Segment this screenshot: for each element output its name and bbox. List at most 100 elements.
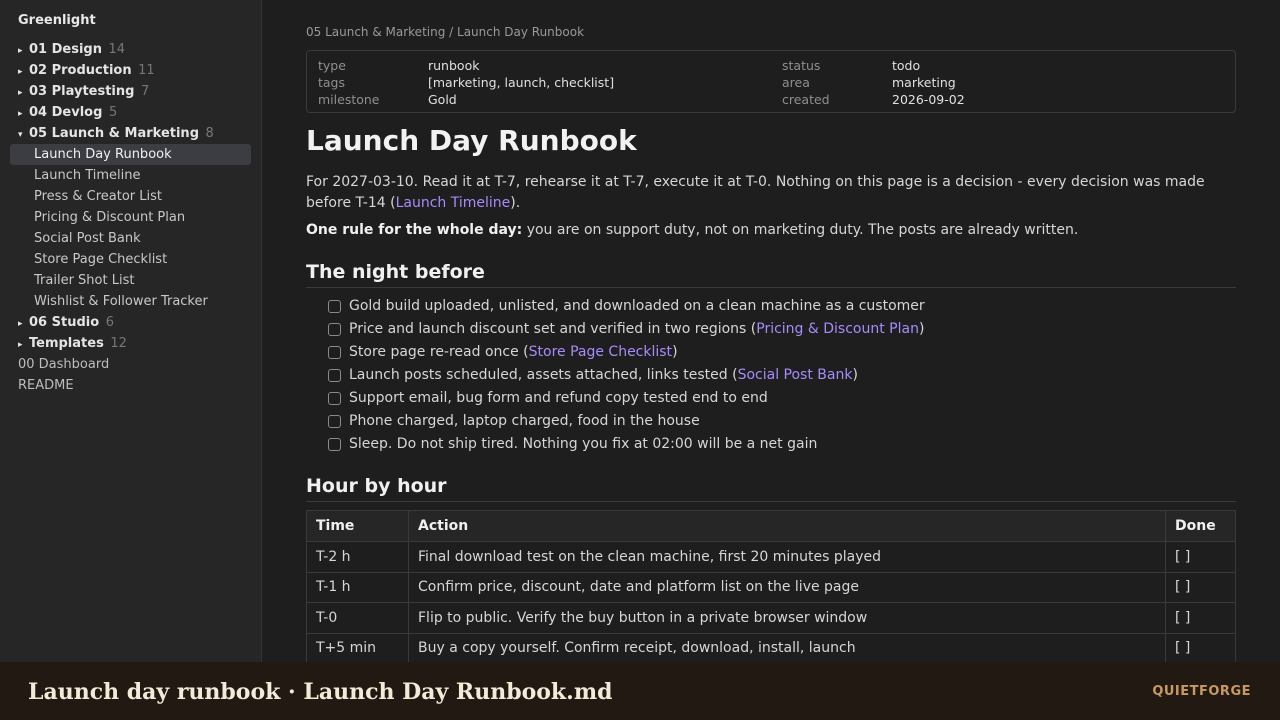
checklist-item: Sleep. Do not ship tired. Nothing you fi… bbox=[328, 433, 1228, 456]
heading-divider bbox=[306, 501, 1236, 502]
link-pricing-discount-plan[interactable]: Pricing & Discount Plan bbox=[756, 318, 919, 341]
folder-count: 5 bbox=[108, 105, 118, 120]
file-press-creator-list[interactable]: Press & Creator List bbox=[10, 186, 251, 207]
table-cell-time: T-2 h bbox=[306, 541, 409, 573]
folder-count: 12 bbox=[110, 336, 127, 351]
checklist-text-end: ) bbox=[672, 344, 678, 360]
table-cell-action: Final download test on the clean machine… bbox=[408, 541, 1166, 573]
property-key: milestone bbox=[318, 92, 380, 107]
table-cell-time: T+5 min bbox=[306, 632, 409, 664]
table-row: T+5 min Buy a copy yourself. Confirm rec… bbox=[306, 632, 1236, 664]
property-key: created bbox=[782, 92, 830, 107]
folder-templates[interactable]: ▸ Templates 12 bbox=[10, 333, 251, 354]
file-social-post-bank[interactable]: Social Post Bank bbox=[10, 228, 251, 249]
folder-01-design[interactable]: ▸ 01 Design 14 bbox=[10, 39, 251, 60]
rule-text: you are on support duty, not on marketin… bbox=[522, 222, 1079, 238]
folder-label: 06 Studio bbox=[29, 315, 100, 330]
checklist-item: Support email, bug form and refund copy … bbox=[328, 387, 1228, 410]
page-title: Launch Day Runbook bbox=[306, 124, 637, 157]
chevron-right-icon: ▸ bbox=[18, 88, 23, 98]
property-value: todo bbox=[892, 58, 921, 73]
file-launch-day-runbook[interactable]: Launch Day Runbook bbox=[10, 144, 251, 165]
file-00-dashboard[interactable]: 00 Dashboard bbox=[10, 354, 251, 375]
vault-name[interactable]: Greenlight bbox=[18, 13, 96, 28]
checklist-text: Support email, bug form and refund copy … bbox=[349, 390, 768, 406]
folder-label: 01 Design bbox=[29, 42, 102, 57]
chevron-right-icon: ▸ bbox=[18, 67, 23, 77]
file-store-page-checklist[interactable]: Store Page Checklist bbox=[10, 249, 251, 270]
chevron-right-icon: ▸ bbox=[18, 46, 23, 56]
file-launch-timeline[interactable]: Launch Timeline bbox=[10, 165, 251, 186]
property-value: Gold bbox=[428, 92, 457, 107]
checklist-text: Store page re-read once ( bbox=[349, 344, 529, 360]
chevron-right-icon: ▸ bbox=[18, 340, 23, 350]
hour-by-hour-table: Time Action Done T-2 h Final download te… bbox=[306, 510, 1236, 664]
footer-banner: Launch day runbook · Launch Day Runbook.… bbox=[0, 662, 1280, 720]
chevron-down-icon: ▾ bbox=[18, 130, 23, 140]
table-cell-done: [ ] bbox=[1165, 571, 1236, 603]
night-before-checklist: Gold build uploaded, unlisted, and downl… bbox=[328, 295, 1228, 456]
folder-count: 14 bbox=[108, 42, 126, 57]
file-trailer-shot-list[interactable]: Trailer Shot List bbox=[10, 270, 251, 291]
checklist-item: Phone charged, laptop charged, food in t… bbox=[328, 410, 1228, 433]
property-value: [marketing, launch, checklist] bbox=[428, 75, 615, 90]
checkbox[interactable] bbox=[328, 415, 341, 428]
folder-count: 8 bbox=[205, 126, 214, 141]
folder-label: 05 Launch & Marketing bbox=[29, 126, 199, 141]
rule-paragraph: One rule for the whole day: you are on s… bbox=[306, 220, 1236, 241]
checkbox[interactable] bbox=[328, 300, 341, 313]
table-cell-done: [ ] bbox=[1165, 632, 1236, 664]
link-social-post-bank[interactable]: Social Post Bank bbox=[738, 364, 853, 387]
folder-count: 11 bbox=[138, 63, 155, 78]
footer-title: Launch day runbook · Launch Day Runbook.… bbox=[28, 679, 613, 705]
checklist-text: Launch posts scheduled, assets attached,… bbox=[349, 367, 738, 383]
link-store-page-checklist[interactable]: Store Page Checklist bbox=[529, 341, 672, 364]
link-launch-timeline[interactable]: Launch Timeline bbox=[396, 195, 511, 211]
folder-label: 04 Devlog bbox=[29, 105, 103, 120]
folder-count: 7 bbox=[140, 84, 150, 99]
table-cell-action: Flip to public. Verify the buy button in… bbox=[408, 602, 1166, 634]
checklist-text-end: ) bbox=[852, 367, 858, 383]
chevron-right-icon: ▸ bbox=[18, 319, 23, 329]
folder-label: Templates bbox=[29, 336, 104, 351]
checkbox[interactable] bbox=[328, 438, 341, 451]
folder-03-playtesting[interactable]: ▸ 03 Playtesting 7 bbox=[10, 81, 251, 102]
checkbox[interactable] bbox=[328, 323, 341, 336]
table-header-row: Time Action Done bbox=[306, 510, 1236, 542]
heading-divider bbox=[306, 287, 1236, 288]
folder-count: 6 bbox=[105, 315, 114, 330]
property-value: marketing bbox=[892, 75, 956, 90]
checklist-item: Price and launch discount set and verifi… bbox=[328, 318, 1228, 341]
property-key: tags bbox=[318, 75, 346, 90]
property-value: runbook bbox=[428, 58, 480, 73]
table-cell-time: T-1 h bbox=[306, 571, 409, 603]
checklist-text: Price and launch discount set and verifi… bbox=[349, 321, 757, 337]
folder-label: 03 Playtesting bbox=[29, 84, 135, 99]
file-explorer-sidebar: Greenlight ▸ 01 Design 14 ▸ 02 Production … bbox=[0, 0, 262, 662]
checklist-text: Phone charged, laptop charged, food in t… bbox=[349, 413, 700, 429]
column-header-done: Done bbox=[1165, 510, 1236, 542]
intro-text-end: ). bbox=[510, 195, 521, 211]
checkbox[interactable] bbox=[328, 369, 341, 382]
checklist-text: Gold build uploaded, unlisted, and downl… bbox=[349, 298, 925, 314]
chevron-right-icon: ▸ bbox=[18, 109, 23, 119]
folder-02-production[interactable]: ▸ 02 Production 11 bbox=[10, 60, 251, 81]
file-wishlist-follower-tracker[interactable]: Wishlist & Follower Tracker bbox=[10, 291, 251, 312]
checklist-text: Sleep. Do not ship tired. Nothing you fi… bbox=[349, 436, 818, 452]
file-readme[interactable]: README bbox=[10, 375, 251, 396]
checkbox[interactable] bbox=[328, 346, 341, 359]
table-cell-done: [ ] bbox=[1165, 602, 1236, 634]
heading-hour-by-hour: Hour by hour bbox=[306, 475, 447, 497]
breadcrumb[interactable]: 05 Launch & Marketing / Launch Day Runbo… bbox=[306, 25, 584, 39]
brand-logo: QUIETFORGE bbox=[1152, 684, 1251, 699]
folder-04-devlog[interactable]: ▸ 04 Devlog 5 bbox=[10, 102, 251, 123]
folder-06-studio[interactable]: ▸ 06 Studio 6 bbox=[10, 312, 251, 333]
file-pricing-discount-plan[interactable]: Pricing & Discount Plan bbox=[10, 207, 251, 228]
property-key: type bbox=[318, 58, 346, 73]
column-header-time: Time bbox=[306, 510, 409, 542]
folder-05-launch-marketing[interactable]: ▾ 05 Launch & Marketing 8 bbox=[10, 123, 251, 144]
folder-label: 02 Production bbox=[29, 63, 132, 78]
checkbox[interactable] bbox=[328, 392, 341, 405]
table-cell-time: T-0 bbox=[306, 602, 409, 634]
properties-panel: type runbook tags [marketing, launch, chec… bbox=[306, 50, 1236, 113]
